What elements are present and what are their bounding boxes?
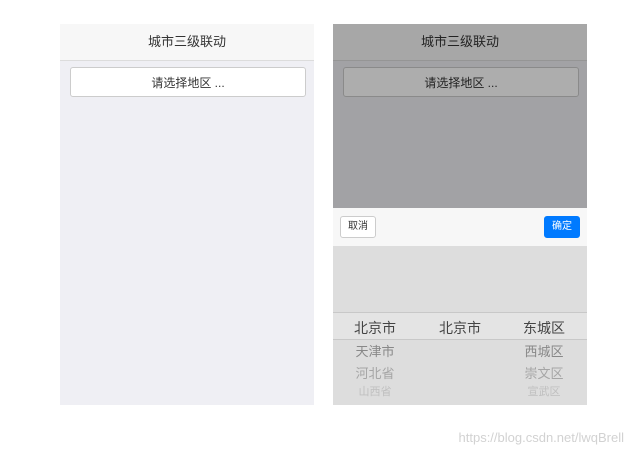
- phone-screen-left: 城市三级联动 请选择地区 ...: [60, 24, 314, 405]
- picker-header: 取消 确定: [333, 208, 587, 247]
- region-picker: 取消 确定 北京市 天津市 河北省 山西省 北京市 东城区 西城区 崇文区 宣武…: [333, 208, 587, 405]
- wheel-option[interactable]: 北京市: [418, 316, 502, 341]
- wheel-option[interactable]: 山西省: [333, 385, 417, 399]
- province-wheel[interactable]: 北京市 天津市 河北省 山西省: [333, 316, 417, 399]
- cancel-button[interactable]: 取消: [340, 216, 376, 238]
- picker-wheels: 北京市 天津市 河北省 山西省 北京市 东城区 西城区 崇文区 宣武区: [333, 246, 587, 405]
- wheel-option[interactable]: 崇文区: [502, 363, 586, 385]
- wheel-option[interactable]: 宣武区: [502, 385, 586, 399]
- watermark-text: https://blog.csdn.net/lwqBrell: [458, 430, 624, 445]
- city-wheel[interactable]: 北京市: [418, 316, 502, 341]
- page-title: 城市三级联动: [147, 34, 226, 49]
- wheel-option[interactable]: 天津市: [333, 341, 417, 363]
- wheel-option[interactable]: 河北省: [333, 363, 417, 385]
- district-wheel[interactable]: 东城区 西城区 崇文区 宣武区: [502, 316, 586, 399]
- select-region-button[interactable]: 请选择地区 ...: [70, 67, 306, 97]
- nav-bar: 城市三级联动: [60, 24, 314, 61]
- overlay-mask[interactable]: [333, 24, 587, 208]
- wheel-option[interactable]: 北京市: [333, 316, 417, 341]
- phone-screen-right: 城市三级联动 请选择地区 ... 取消 确定 北京市 天津市 河北省 山西省 北…: [333, 24, 587, 405]
- confirm-button[interactable]: 确定: [544, 216, 580, 238]
- wheel-option[interactable]: 东城区: [502, 316, 586, 341]
- wheel-option[interactable]: 西城区: [502, 341, 586, 363]
